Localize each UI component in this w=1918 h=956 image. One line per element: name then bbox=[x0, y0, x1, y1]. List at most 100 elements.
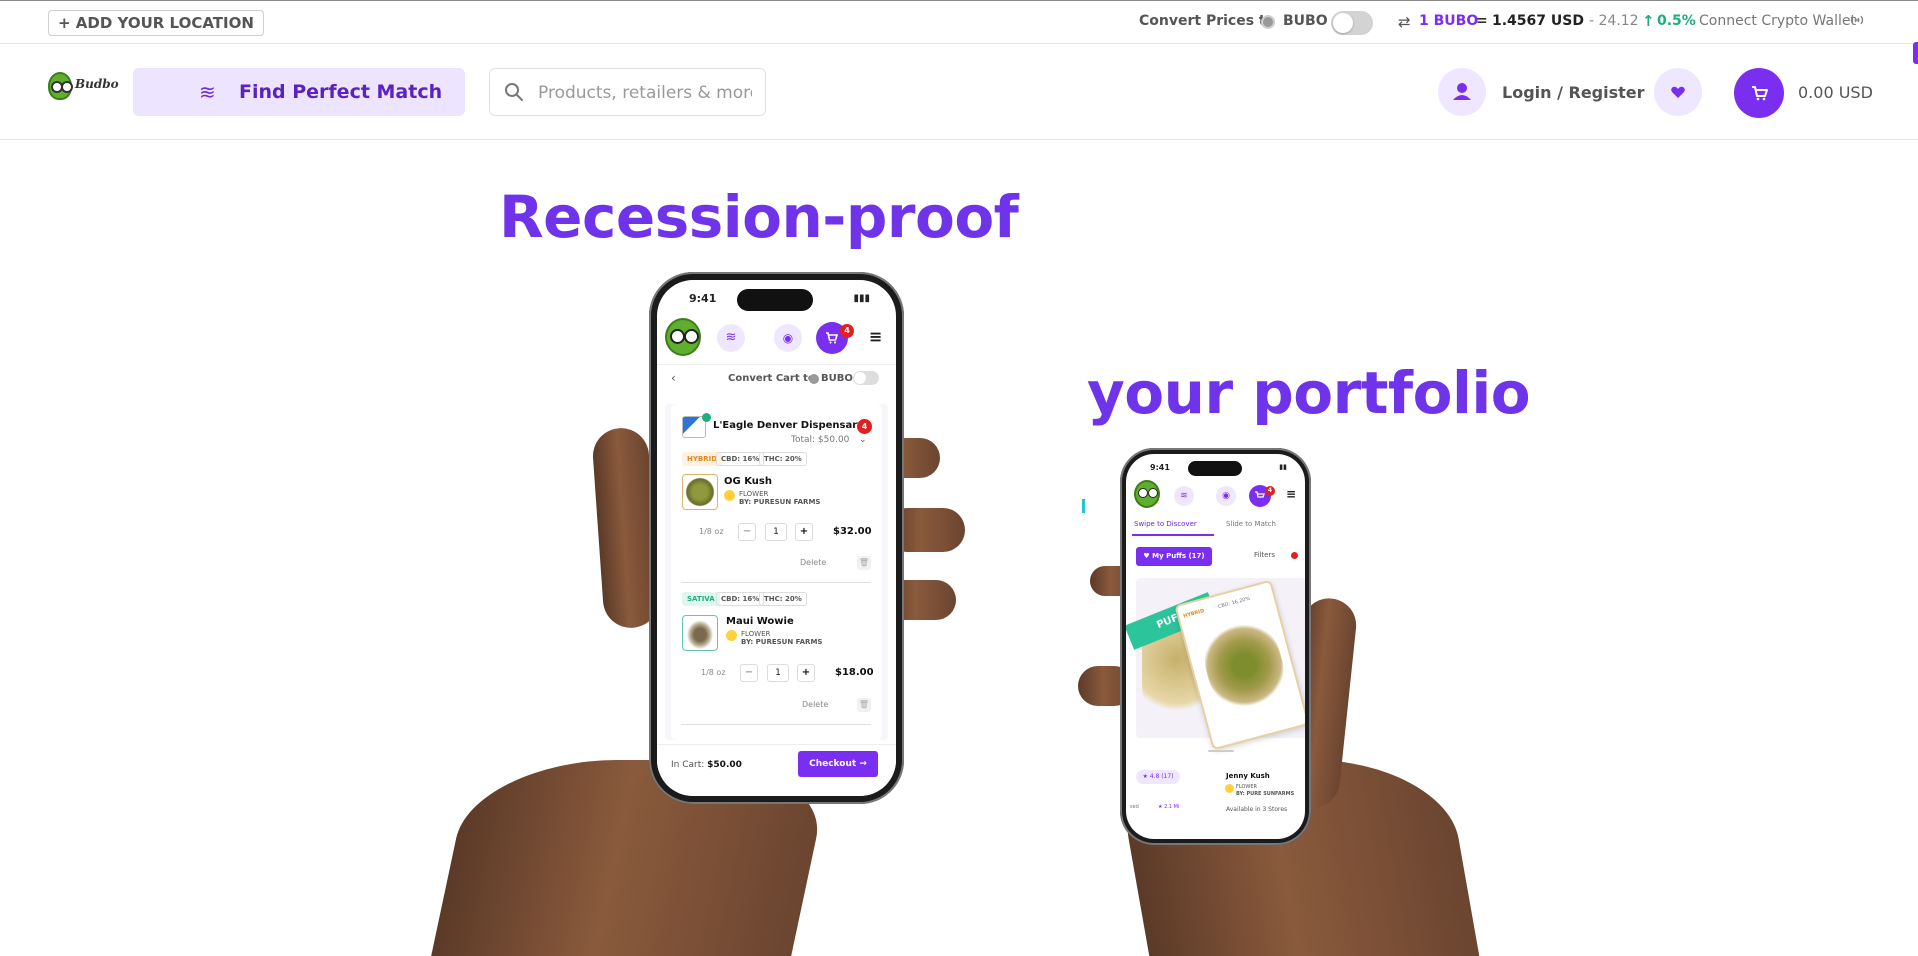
product-type: FLOWER bbox=[1236, 784, 1257, 790]
chevron-down-icon: ⌄ bbox=[859, 435, 867, 445]
my-puffs-button: ♥ My Puffs (17) bbox=[1136, 547, 1212, 566]
store-item-badge: 4 bbox=[857, 419, 872, 434]
wifi-icon[interactable] bbox=[1849, 12, 1865, 32]
quantity-decrease-button: − bbox=[738, 523, 756, 541]
cbd-tag: CBD: 16.20% bbox=[1217, 595, 1251, 611]
main-header: Budbo ≋ Find Perfect Match Login / Regis… bbox=[0, 44, 1918, 140]
brand-logo bbox=[1225, 784, 1234, 793]
quantity-value: 1 bbox=[767, 664, 789, 682]
match-icon: ≋ bbox=[1174, 486, 1194, 506]
quantity-value: 1 bbox=[765, 523, 787, 541]
active-tab-indicator bbox=[1132, 534, 1214, 536]
product-weight: 1/8 oz bbox=[701, 668, 726, 677]
product-brand: BY: PURESUN FARMS bbox=[739, 498, 821, 506]
tab-swipe-to-discover: Swipe to Discover bbox=[1134, 520, 1197, 528]
delete-link: Delete bbox=[802, 700, 829, 709]
app-nav: ≋ ◉ 4 ≡ bbox=[657, 314, 896, 360]
convert-prices-label: Convert Prices to bbox=[1139, 13, 1276, 29]
owl-logo-icon bbox=[665, 318, 701, 356]
convert-cart-label: Convert Cart to bbox=[728, 373, 815, 384]
thc-tag: THC: 20% bbox=[759, 592, 807, 606]
product-name: Maui Wowie bbox=[726, 616, 794, 627]
bubo-coin-icon bbox=[809, 374, 819, 384]
trash-icon: 🗑 bbox=[857, 698, 871, 712]
divider bbox=[681, 724, 871, 725]
product-type: FLOWER bbox=[739, 490, 769, 498]
arrow-up-icon: ↑ bbox=[1642, 12, 1655, 30]
filters-badge bbox=[1291, 552, 1298, 559]
quantity-decrease-button: − bbox=[740, 664, 758, 682]
quantity-increase-button: + bbox=[797, 664, 815, 682]
sheet-handle bbox=[1208, 750, 1234, 752]
status-time: 9:41 bbox=[1150, 463, 1170, 472]
checkout-button: Checkout → bbox=[798, 751, 878, 777]
cart-footer: In Cart: $50.00 Checkout → bbox=[657, 744, 896, 796]
in-cart-label: In Cart: bbox=[671, 760, 705, 770]
heart-icon[interactable] bbox=[1654, 68, 1702, 116]
dynamic-island bbox=[737, 289, 813, 311]
location-pin-icon: ◉ bbox=[1216, 486, 1236, 506]
in-cart-summary: In Cart: $50.00 bbox=[671, 760, 742, 770]
distance-label: ★ 2.1 Mi bbox=[1158, 804, 1180, 810]
find-perfect-match-button[interactable]: ≋ Find Perfect Match bbox=[133, 68, 465, 116]
status-time: 9:41 bbox=[689, 292, 717, 305]
text-cursor bbox=[1082, 499, 1085, 513]
logo-text: Budbo bbox=[75, 77, 119, 91]
battery-icon: ▮▮▮ bbox=[853, 293, 870, 304]
rate-change: - 24.12 bbox=[1589, 13, 1639, 29]
menu-icon: ≡ bbox=[869, 327, 883, 346]
user-icon[interactable] bbox=[1438, 68, 1486, 116]
product-image bbox=[1196, 615, 1292, 716]
status-bar: 9:41 ▮▮▮ bbox=[657, 280, 896, 314]
add-location-button[interactable]: + ADD YOUR LOCATION bbox=[48, 10, 264, 36]
tab-slide-to-match: Slide to Match bbox=[1226, 520, 1276, 528]
budbo-logo[interactable]: Budbo bbox=[48, 70, 119, 106]
cart-total: 0.00 USD bbox=[1798, 83, 1873, 102]
rating-badge: ★ 4.8 (17) bbox=[1136, 770, 1180, 784]
cart-body: L'Eagle Denver Dispensary 4 Total: $50.0… bbox=[665, 404, 888, 740]
dynamic-island bbox=[1188, 461, 1242, 476]
search-box[interactable] bbox=[489, 68, 766, 116]
product-weight: 1/8 oz bbox=[699, 527, 724, 536]
store-name: L'Eagle Denver Dispensary bbox=[713, 420, 864, 431]
strain-tag: SATIVA bbox=[682, 592, 720, 606]
menu-icon: ≡ bbox=[1286, 487, 1297, 501]
search-input[interactable] bbox=[538, 81, 752, 105]
exchange-rate-icon: ⇄ bbox=[1398, 13, 1411, 31]
product-brand: BY: PURESUN FARMS bbox=[741, 638, 823, 646]
connect-wallet-link[interactable]: Connect Crypto Wallet bbox=[1699, 13, 1856, 29]
location-pin-icon: ◉ bbox=[774, 324, 802, 352]
brand-logo bbox=[724, 490, 735, 501]
match-icon: ≋ bbox=[717, 324, 745, 352]
trash-icon: 🗑 bbox=[857, 556, 871, 570]
login-register-link[interactable]: Login / Register bbox=[1502, 83, 1645, 102]
convert-prices-toggle[interactable] bbox=[1331, 11, 1373, 35]
top-bar: + ADD YOUR LOCATION Convert Prices to BU… bbox=[0, 0, 1918, 44]
phone-mockup-swipe: 9:41 ▮▮ ≋ ◉ 4 ≡ Swipe to Discover Slide … bbox=[1120, 448, 1311, 845]
divider bbox=[681, 582, 871, 583]
product-name: OG Kush bbox=[724, 476, 772, 487]
side-tab[interactable] bbox=[1913, 42, 1918, 64]
find-perfect-match-label: Find Perfect Match bbox=[239, 81, 443, 103]
owl-logo-icon bbox=[1134, 480, 1160, 508]
cbd-tag: CBD: 16% bbox=[716, 452, 765, 466]
product-price: $18.00 bbox=[835, 667, 874, 678]
product-type: FLOWER bbox=[741, 630, 771, 638]
in-cart-total: $50.00 bbox=[707, 760, 742, 770]
side-label: sed bbox=[1130, 804, 1139, 810]
strain-tag: HYBRID bbox=[1182, 608, 1205, 620]
phone-screen-swipe: 9:41 ▮▮ ≋ ◉ 4 ≡ Swipe to Discover Slide … bbox=[1126, 454, 1305, 839]
cart-count-badge: 4 bbox=[840, 324, 854, 338]
cart-icon[interactable] bbox=[1734, 68, 1784, 118]
thc-tag: THC: 20% bbox=[759, 452, 807, 466]
bubo-token-label: BUBO bbox=[821, 373, 853, 384]
back-icon: ‹ bbox=[671, 371, 676, 385]
store-card: L'Eagle Denver Dispensary 4 Total: $50.0… bbox=[671, 404, 882, 740]
filters-button: Filters bbox=[1254, 551, 1275, 559]
bubo-token-label: BUBO bbox=[1283, 13, 1328, 29]
bubo-coin-icon bbox=[1261, 15, 1275, 29]
brand-logo bbox=[726, 630, 737, 641]
quantity-increase-button: + bbox=[795, 523, 813, 541]
search-icon bbox=[505, 83, 523, 101]
hero-title-line-2: your portfolio bbox=[1087, 359, 1531, 427]
